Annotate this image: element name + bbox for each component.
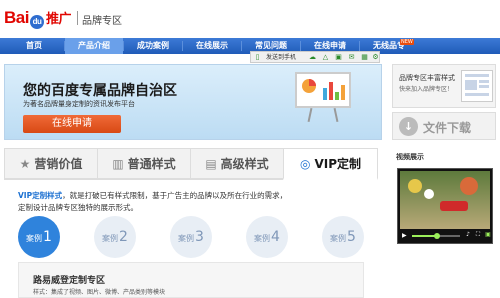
volume-icon[interactable]: ♪ xyxy=(464,231,472,239)
vip-highlight: VIP定制样式 xyxy=(18,191,63,200)
image-icon[interactable]: ▣ xyxy=(334,53,343,62)
share-toolbar: ▯ 发送到手机 ☁ △ ▣ ✉ ▦ ⚙ xyxy=(250,51,380,63)
video-frame xyxy=(400,171,490,229)
case-detail-panel: 路易威登定制专区 样式：集成了视频、图片、微博、产品类别等模块 xyxy=(18,262,364,298)
grid-icon[interactable]: ▦ xyxy=(360,53,369,62)
video-section-title: 视频展示 xyxy=(396,153,424,161)
apply-online-button[interactable]: 在线申请 xyxy=(23,115,121,133)
case-3-button[interactable]: 案例3 xyxy=(170,216,212,258)
tab-marketing-value[interactable]: ★ 营销价值 xyxy=(4,148,98,180)
logo-tuiguang: 推广 xyxy=(45,11,72,26)
nav-cases[interactable]: 成功案例 xyxy=(124,38,182,54)
nav-home[interactable]: 首页 xyxy=(4,38,64,54)
rich-styles-box[interactable]: 品牌专区丰富样式 快来加入品牌专区！ xyxy=(392,64,496,108)
banner-subtitle: 为著名品牌量身定制的资讯发布平台 xyxy=(23,100,135,108)
paw-icon: du xyxy=(29,15,44,29)
case-1-button[interactable]: 案例1 xyxy=(18,216,60,258)
download-icon: ↓ xyxy=(399,117,418,136)
tab-label: 高级样式 xyxy=(220,157,269,171)
case-5-button[interactable]: 案例5 xyxy=(322,216,364,258)
product-tabs: ★ 营销价值 ▥ 普通样式 ▤ 高级样式 ◎ VIP定制 xyxy=(4,148,378,180)
description-text: 定制设计品牌专区独特的展示形式。 xyxy=(18,203,138,212)
settings-icon[interactable]: ⚙ xyxy=(371,53,380,62)
header: Bai du 推广 品牌专区 xyxy=(0,0,500,38)
board-chart-icon xyxy=(302,79,345,100)
logo-divider xyxy=(77,11,78,25)
rich-styles-subtitle: 快来加入品牌专区！ xyxy=(399,86,454,93)
video-progress-fill xyxy=(412,235,436,237)
case-title: 路易威登定制专区 xyxy=(33,276,106,286)
video-player[interactable]: ▶ ♪ ⛶ ▣ xyxy=(397,168,493,244)
hd-icon[interactable]: ▣ xyxy=(484,231,492,239)
board-frame xyxy=(295,72,351,108)
case-subtitle: 样式：集成了视频、图片、微博、产品类别等模块 xyxy=(33,289,166,296)
board-leg xyxy=(333,107,339,123)
video-progress-handle[interactable] xyxy=(434,233,440,239)
tab-label: 普通样式 xyxy=(127,157,176,171)
tab-label: 营销价值 xyxy=(34,157,83,171)
cloud-icon[interactable]: ☁ xyxy=(308,53,317,62)
baidu-logo[interactable]: Bai du 推广 xyxy=(4,8,71,29)
styles-thumbnail xyxy=(461,70,493,102)
star-icon: ★ xyxy=(19,157,31,171)
zone-title: 品牌专区 xyxy=(82,16,122,27)
mail-icon[interactable]: ✉ xyxy=(347,53,356,62)
tab-normal-style[interactable]: ▥ 普通样式 xyxy=(97,148,191,180)
case-selector: 案例1 案例2 案例3 案例4 案例5 xyxy=(18,216,368,258)
nav-product[interactable]: 产品介绍 xyxy=(65,38,123,54)
document-icon: ▥ xyxy=(112,157,124,171)
tab-vip-custom[interactable]: ◎ VIP定制 xyxy=(283,148,378,180)
description-text: ，就是打破已有样式限制，基于广告主的品牌以及所在行业的需求， xyxy=(62,191,288,200)
whiteboard-illustration xyxy=(295,72,355,123)
vip-description: VIP定制样式，就是打破已有样式限制，基于广告主的品牌以及所在行业的需求， 定制… xyxy=(18,190,358,214)
tab-advanced-style[interactable]: ▤ 高级样式 xyxy=(190,148,284,180)
new-badge: NEW xyxy=(400,39,414,45)
play-icon[interactable]: ▶ xyxy=(402,232,409,239)
broadcast-icon: ◎ xyxy=(299,157,311,171)
download-label: 文件下载 xyxy=(423,121,472,135)
phone-icon[interactable]: ▯ xyxy=(253,53,262,62)
case-4-button[interactable]: 案例4 xyxy=(246,216,288,258)
board-leg xyxy=(307,107,313,123)
banner-title: 您的百度专属品牌自治区 xyxy=(23,83,177,99)
file-download-button[interactable]: ↓ 文件下载 xyxy=(392,112,496,140)
case-2-button[interactable]: 案例2 xyxy=(94,216,136,258)
pages-icon: ▤ xyxy=(205,157,217,171)
send-to-phone-label[interactable]: 发送到手机 xyxy=(266,53,296,62)
logo-text: Bai xyxy=(4,8,29,27)
triangle-icon[interactable]: △ xyxy=(321,53,330,62)
fullscreen-icon[interactable]: ⛶ xyxy=(474,231,482,239)
hero-banner: 您的百度专属品牌自治区 为著名品牌量身定制的资讯发布平台 在线申请 xyxy=(4,64,382,140)
nav-showcase[interactable]: 在线展示 xyxy=(183,38,241,54)
rich-styles-title: 品牌专区丰富样式 xyxy=(399,74,455,82)
tab-label: VIP定制 xyxy=(314,157,362,171)
